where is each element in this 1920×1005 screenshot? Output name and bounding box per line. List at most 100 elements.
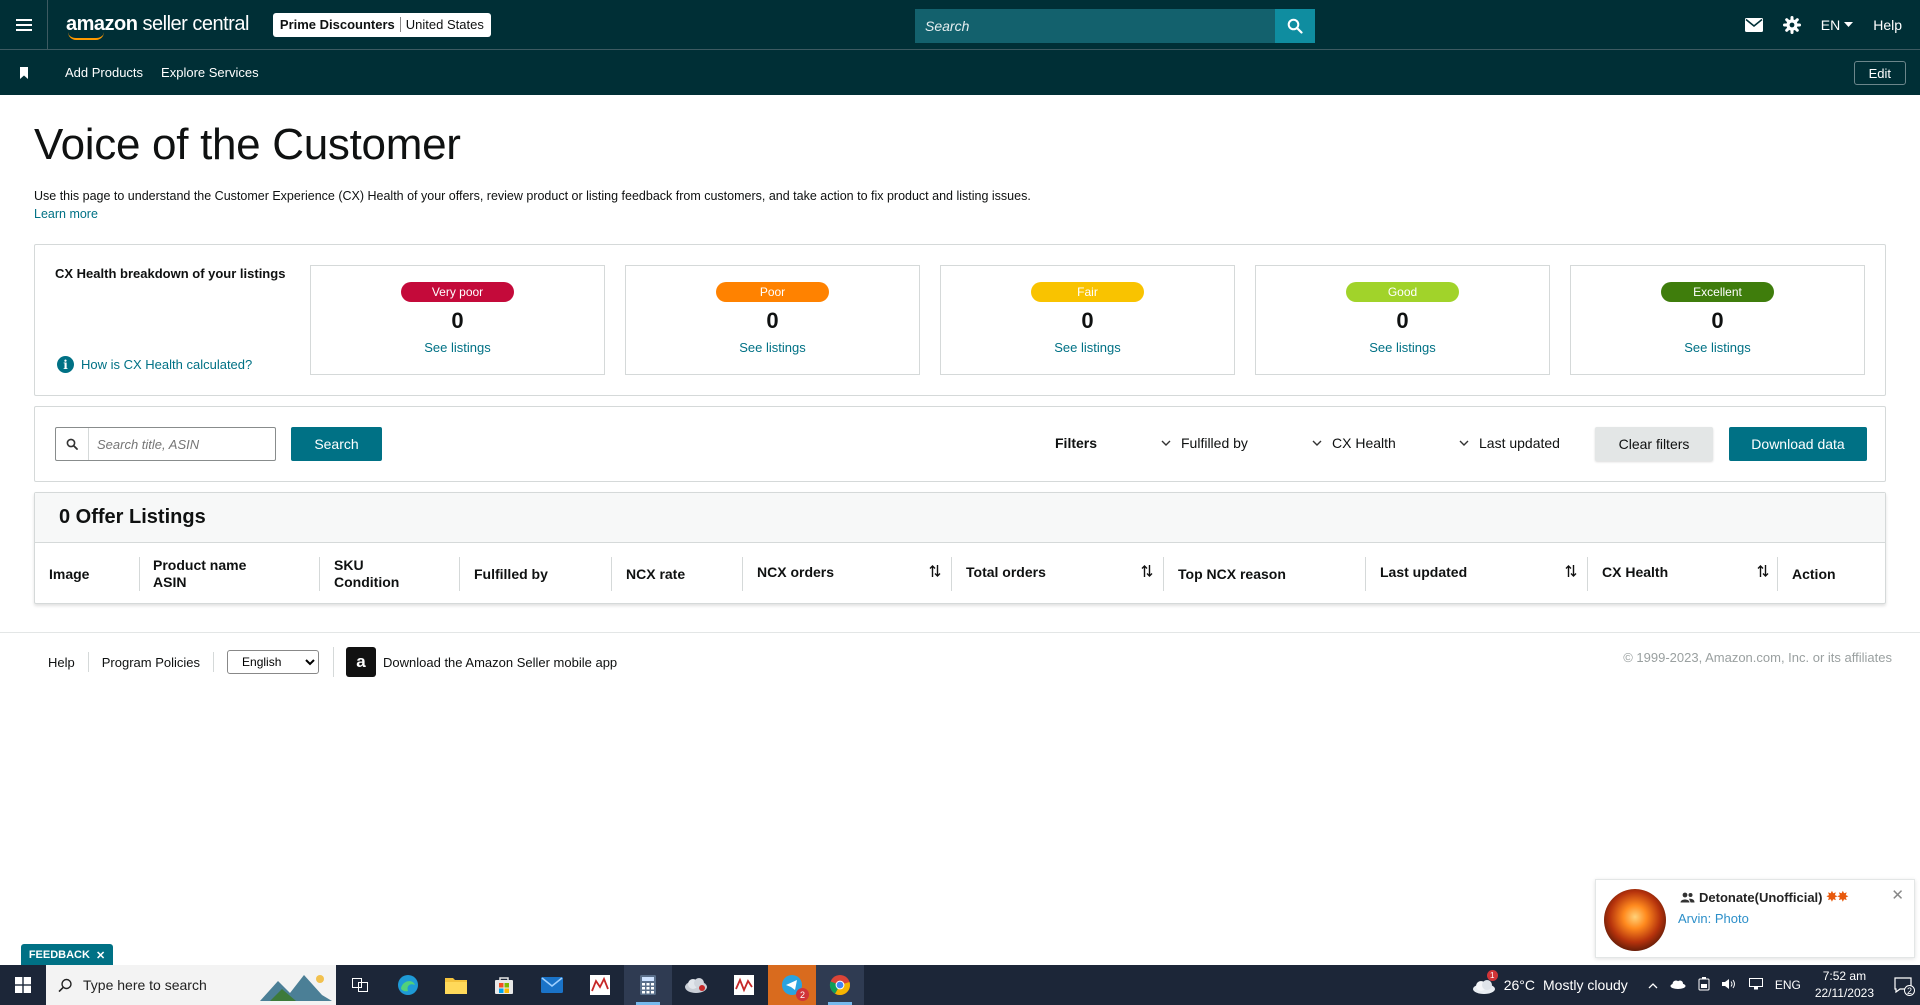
mail-icon[interactable] (1744, 18, 1763, 32)
top-bar: amazon seller central Prime Discounters … (0, 0, 1920, 50)
onedrive-icon[interactable] (1670, 978, 1686, 992)
clear-filters-button[interactable]: Clear filters (1595, 427, 1713, 461)
clock-time: 7:52 am (1822, 969, 1867, 983)
input-language[interactable]: ENG (1775, 978, 1801, 992)
help-link[interactable]: Help (1873, 17, 1902, 33)
column-product-name[interactable]: Product name ASIN (153, 557, 246, 591)
column-last-updated[interactable]: Last updated (1380, 564, 1467, 581)
calculator-icon[interactable] (624, 965, 672, 1005)
network-icon[interactable] (1748, 977, 1763, 993)
see-listings-link[interactable]: See listings (311, 340, 604, 355)
sort-icon[interactable] (1565, 564, 1577, 578)
search-button[interactable]: Search (291, 427, 382, 461)
chart-app-icon[interactable] (720, 965, 768, 1005)
logo-text: seller central (137, 13, 250, 35)
store-app-icon[interactable] (480, 965, 528, 1005)
column-fulfilled-by: Fulfilled by (474, 566, 548, 582)
edge-browser-icon[interactable] (384, 965, 432, 1005)
chat-notification[interactable]: Detonate(Unofficial) ✸✸ Arvin: Photo ✕ (1595, 879, 1915, 958)
sort-icon[interactable] (929, 564, 941, 578)
avatar (1604, 889, 1666, 951)
chrome-icon[interactable] (816, 965, 864, 1005)
see-listings-link[interactable]: See listings (1256, 340, 1549, 355)
edit-button[interactable]: Edit (1853, 61, 1906, 85)
column-image: Image (49, 566, 90, 582)
page-title: Voice of the Customer (34, 120, 461, 169)
dropdown-label: Last updated (1479, 435, 1560, 451)
last-updated-dropdown[interactable]: Last updated (1459, 435, 1560, 451)
column-cx-health[interactable]: CX Health (1602, 564, 1668, 581)
taskbar-search[interactable]: Type here to search (46, 965, 336, 1005)
global-search-input[interactable] (915, 9, 1275, 43)
listing-search-input[interactable] (89, 436, 269, 452)
search-icon (1287, 18, 1303, 34)
column-ncx-orders[interactable]: NCX orders (757, 564, 834, 581)
see-listings-link[interactable]: See listings (626, 340, 919, 355)
close-icon[interactable]: ✕ (1891, 886, 1904, 904)
dropdown-label: CX Health (1332, 435, 1396, 451)
health-card-poor: Poor 0 See listings (625, 265, 920, 375)
store-region: United States (405, 17, 484, 32)
global-search-button[interactable] (1275, 9, 1315, 43)
health-card-excellent: Excellent 0 See listings (1570, 265, 1865, 375)
nav-explore-services[interactable]: Explore Services (161, 65, 259, 80)
chart-app-icon[interactable] (576, 965, 624, 1005)
close-icon[interactable]: ✕ (96, 949, 105, 962)
sort-icon[interactable] (1757, 564, 1769, 578)
file-explorer-icon[interactable] (432, 965, 480, 1005)
gear-icon[interactable] (1782, 16, 1801, 34)
cx-health-help-link[interactable]: i How is CX Health calculated? (57, 356, 252, 373)
chevron-up-icon[interactable] (1648, 978, 1658, 992)
weather-widget[interactable]: 1 26°C Mostly cloudy (1472, 970, 1628, 994)
volume-icon[interactable] (1721, 978, 1737, 993)
page: amazon seller central Prime Discounters … (0, 0, 1920, 1005)
health-card-fair: Fair 0 See listings (940, 265, 1235, 375)
see-listings-link[interactable]: See listings (941, 340, 1234, 355)
footer-help-link[interactable]: Help (48, 652, 89, 672)
store-selector[interactable]: Prime Discounters United States (272, 12, 491, 37)
filter-panel: Search Filters Fulfilled by CX Health La… (34, 406, 1886, 482)
feedback-tab[interactable]: FEEDBACK ✕ (21, 944, 113, 966)
health-count: 0 (1081, 308, 1094, 333)
notification-count: 2 (1904, 985, 1915, 996)
battery-icon[interactable] (1698, 976, 1710, 994)
bookmark-icon[interactable] (0, 66, 48, 79)
chevron-down-icon (1459, 440, 1469, 446)
group-icon (1680, 892, 1695, 902)
weather-badge: 1 (1486, 970, 1498, 981)
language-selector[interactable]: EN (1821, 17, 1854, 33)
logo[interactable]: amazon seller central (66, 10, 249, 40)
notification-center[interactable]: 2 (1886, 977, 1920, 996)
see-listings-link[interactable]: See listings (1571, 340, 1864, 355)
nav-add-products[interactable]: Add Products (65, 65, 143, 80)
column-sku[interactable]: SKU Condition (334, 557, 399, 591)
clock[interactable]: 7:52 am 22/11/2023 (1815, 968, 1874, 1002)
windows-start-icon[interactable] (0, 965, 46, 1005)
health-count: 0 (766, 308, 779, 333)
footer: Help Program Policies English a Download… (48, 647, 617, 677)
feedback-label: FEEDBACK (28, 949, 90, 961)
footer-divider (0, 632, 1920, 633)
weather-condition: Mostly cloudy (1543, 977, 1628, 993)
learn-more-link[interactable]: Learn more (34, 207, 98, 221)
menu-icon[interactable] (0, 0, 48, 50)
notification-group-name: Detonate(Unofficial) (1699, 889, 1823, 905)
fulfilled-by-dropdown[interactable]: Fulfilled by (1161, 435, 1248, 451)
download-data-button[interactable]: Download data (1729, 427, 1867, 461)
mail-app-icon[interactable] (528, 965, 576, 1005)
footer-language-select[interactable]: English (227, 650, 320, 674)
task-view-icon[interactable] (336, 965, 384, 1005)
cx-health-dropdown[interactable]: CX Health (1312, 435, 1396, 451)
footer-policies-link[interactable]: Program Policies (102, 652, 215, 672)
sort-icon[interactable] (1141, 564, 1153, 578)
telegram-icon[interactable]: 2 (768, 965, 816, 1005)
health-badge: Fair (1031, 282, 1144, 302)
app-download-link[interactable]: a Download the Amazon Seller mobile app (333, 647, 617, 677)
listing-search (55, 427, 276, 461)
cx-health-title: CX Health breakdown of your listings (55, 266, 286, 281)
notification-message: Arvin: Photo (1678, 911, 1749, 926)
copyright: © 1999-2023, Amazon.com, Inc. or its aff… (1623, 650, 1892, 665)
explosion-icon: ✸✸ (1826, 889, 1849, 904)
cloud-app-icon[interactable] (672, 965, 720, 1005)
column-total-orders[interactable]: Total orders (966, 564, 1046, 581)
